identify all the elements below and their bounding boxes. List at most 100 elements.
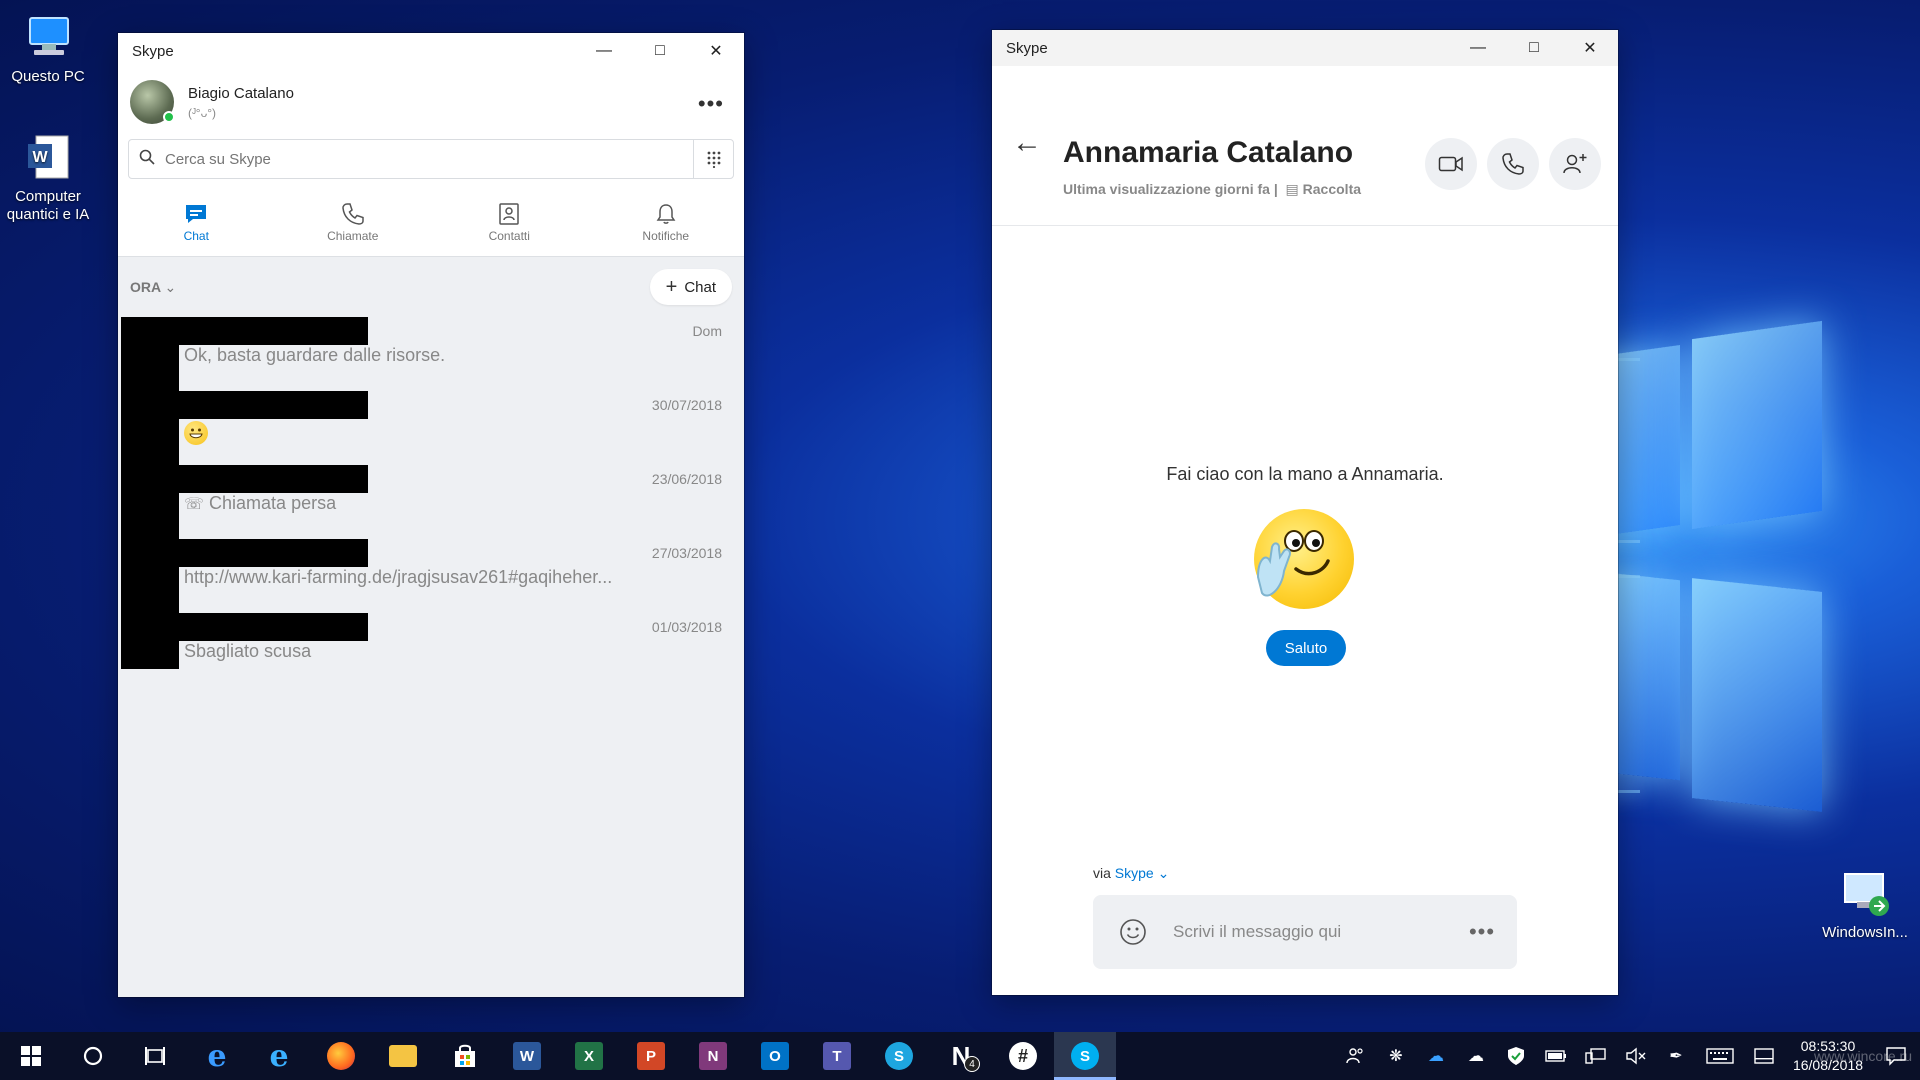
chat-list-item[interactable]: 27/03/2018 http://www.kari-farming.de/jr…: [118, 539, 744, 613]
taskbar: e e W X P N O T S N 4 # S ❋ ☁ ☁ ✒ 08:53:…: [0, 1032, 1920, 1080]
taskbar-app-internet-explorer[interactable]: e: [248, 1032, 310, 1080]
maximize-button[interactable]: □: [1506, 30, 1562, 66]
more-options-icon[interactable]: •••: [1447, 919, 1517, 945]
new-chat-label: Chat: [684, 278, 716, 296]
new-chat-button[interactable]: + Chat: [649, 269, 732, 305]
taskbar-app-firefox[interactable]: [310, 1032, 372, 1080]
section-label: ORA: [130, 278, 161, 295]
minimize-button[interactable]: —: [576, 33, 632, 69]
add-people-button[interactable]: [1549, 138, 1601, 190]
onenote-icon: N: [699, 1042, 727, 1070]
outlook-icon: O: [761, 1042, 789, 1070]
chat-list: Dom Ok, basta guardare dalle risorse. 30…: [118, 317, 744, 687]
taskbar-app-file-explorer[interactable]: [372, 1032, 434, 1080]
pen-icon[interactable]: ✒: [1656, 1046, 1696, 1066]
message-composer[interactable]: Scrivi il messaggio qui •••: [1093, 895, 1517, 969]
section-filter[interactable]: ORA ⌄: [130, 279, 176, 296]
search-icon: [129, 149, 165, 170]
taskbar-app-outlook[interactable]: O: [744, 1032, 806, 1080]
network-icon[interactable]: [1576, 1047, 1616, 1065]
chat-list-item[interactable]: 01/03/2018 Sbagliato scusa: [118, 613, 744, 687]
defender-shield-icon[interactable]: [1496, 1046, 1536, 1066]
chat-preview: http://www.kari-farming.de/jragjsusav261…: [184, 567, 613, 587]
back-arrow-icon[interactable]: ←: [1012, 126, 1042, 160]
wave-emoji-icon[interactable]: [1254, 509, 1354, 609]
internet-explorer-icon: e: [269, 1038, 289, 1074]
chevron-down-icon: ⌄: [1157, 865, 1170, 881]
message-input[interactable]: Scrivi il messaggio qui: [1173, 922, 1447, 942]
close-button[interactable]: ✕: [1562, 30, 1618, 66]
titlebar[interactable]: Skype — □ ✕: [118, 33, 744, 69]
dialpad-icon[interactable]: [693, 140, 733, 178]
redacted-contact-name: [178, 613, 368, 641]
via-service-link[interactable]: Skype: [1115, 865, 1154, 881]
tab-label: Contatti: [488, 229, 530, 243]
video-call-button[interactable]: [1425, 138, 1477, 190]
gallery-link[interactable]: Raccolta: [1303, 181, 1361, 197]
audio-call-button[interactable]: [1487, 138, 1539, 190]
taskbar-app-word[interactable]: W: [496, 1032, 558, 1080]
notifier-badge: 4: [964, 1056, 980, 1072]
slack-tray-icon[interactable]: ❋: [1376, 1046, 1416, 1066]
profile-name[interactable]: Biagio Catalano: [188, 85, 294, 102]
chat-date: 30/07/2018: [651, 397, 722, 413]
avatar[interactable]: [130, 80, 175, 124]
start-button[interactable]: [0, 1032, 62, 1080]
taskbar-app-skype-business[interactable]: S: [868, 1032, 930, 1080]
people-icon[interactable]: [1336, 1046, 1376, 1066]
taskbar-app-teams[interactable]: T: [806, 1032, 868, 1080]
battery-icon[interactable]: [1536, 1050, 1576, 1062]
contact-name[interactable]: Annamaria Catalano: [1063, 136, 1353, 170]
taskbar-app-onenote[interactable]: N: [682, 1032, 744, 1080]
chat-preview: ☏ Chiamata persa: [184, 493, 336, 514]
minimize-button[interactable]: —: [1450, 30, 1506, 66]
taskbar-app-slack[interactable]: #: [992, 1032, 1054, 1080]
missed-call-icon: ☏: [184, 496, 205, 513]
onedrive-business-icon[interactable]: ☁: [1416, 1046, 1456, 1066]
chat-list-item[interactable]: Dom Ok, basta guardare dalle risorse.: [118, 317, 744, 391]
more-options-icon[interactable]: •••: [698, 91, 724, 117]
chat-list-item[interactable]: 30/07/2018: [118, 391, 744, 465]
chat-preview: Ok, basta guardare dalle risorse.: [184, 345, 446, 365]
chat-list-item[interactable]: 23/06/2018 ☏ Chiamata persa: [118, 465, 744, 539]
task-view-button[interactable]: [124, 1032, 186, 1080]
touch-keyboard-icon[interactable]: [1696, 1048, 1744, 1064]
maximize-button[interactable]: □: [632, 33, 688, 69]
video-camera-icon: [1438, 156, 1463, 172]
plus-icon: +: [665, 275, 678, 298]
contact-status: Ultima visualizzazione giorni fa | ▤ Rac…: [1063, 181, 1361, 198]
taskbar-app-notifier[interactable]: N 4: [930, 1032, 992, 1080]
tab-notifications[interactable]: Notifiche: [588, 187, 745, 256]
task-view-icon: [145, 1047, 165, 1065]
phone-icon: [1502, 153, 1524, 175]
titlebar[interactable]: Skype — □ ✕: [992, 30, 1618, 66]
onedrive-icon[interactable]: ☁: [1456, 1046, 1496, 1066]
watermark: www.wincore.ru: [1813, 1048, 1912, 1064]
close-button[interactable]: ✕: [688, 33, 744, 69]
search-input[interactable]: [165, 150, 693, 168]
desktop-icon-label: Questo PC: [11, 68, 85, 85]
via-prefix: via: [1093, 865, 1111, 881]
wave-button[interactable]: Saluto: [1266, 630, 1346, 666]
chat-preview: [184, 421, 208, 445]
tablet-mode-icon[interactable]: [1744, 1048, 1784, 1064]
tab-contacts[interactable]: Contatti: [431, 187, 588, 256]
volume-muted-icon[interactable]: [1616, 1047, 1656, 1065]
desktop-icon-this-pc[interactable]: Questo PC: [0, 12, 96, 86]
chat-date: 01/03/2018: [651, 619, 722, 635]
tab-calls[interactable]: Chiamate: [275, 187, 432, 256]
taskbar-app-store[interactable]: [434, 1032, 496, 1080]
taskbar-app-powerpoint[interactable]: P: [620, 1032, 682, 1080]
desktop-icon-document[interactable]: W Computer quantici e IA: [0, 132, 96, 224]
desktop-icon-remote[interactable]: WindowsIn...: [1810, 868, 1920, 942]
tab-chat[interactable]: Chat: [118, 187, 275, 256]
taskbar-app-edge[interactable]: e: [186, 1032, 248, 1080]
chat-preview: Sbagliato scusa: [184, 641, 312, 661]
taskbar-app-skype[interactable]: S: [1054, 1032, 1116, 1080]
recent-section-header: ORA ⌄ + Chat: [118, 257, 744, 317]
taskbar-app-excel[interactable]: X: [558, 1032, 620, 1080]
emoticon-icon[interactable]: [1093, 918, 1173, 946]
cortana-button[interactable]: [62, 1032, 124, 1080]
online-status-dot: [163, 111, 175, 123]
via-selector[interactable]: via Skype ⌄: [1093, 865, 1169, 882]
